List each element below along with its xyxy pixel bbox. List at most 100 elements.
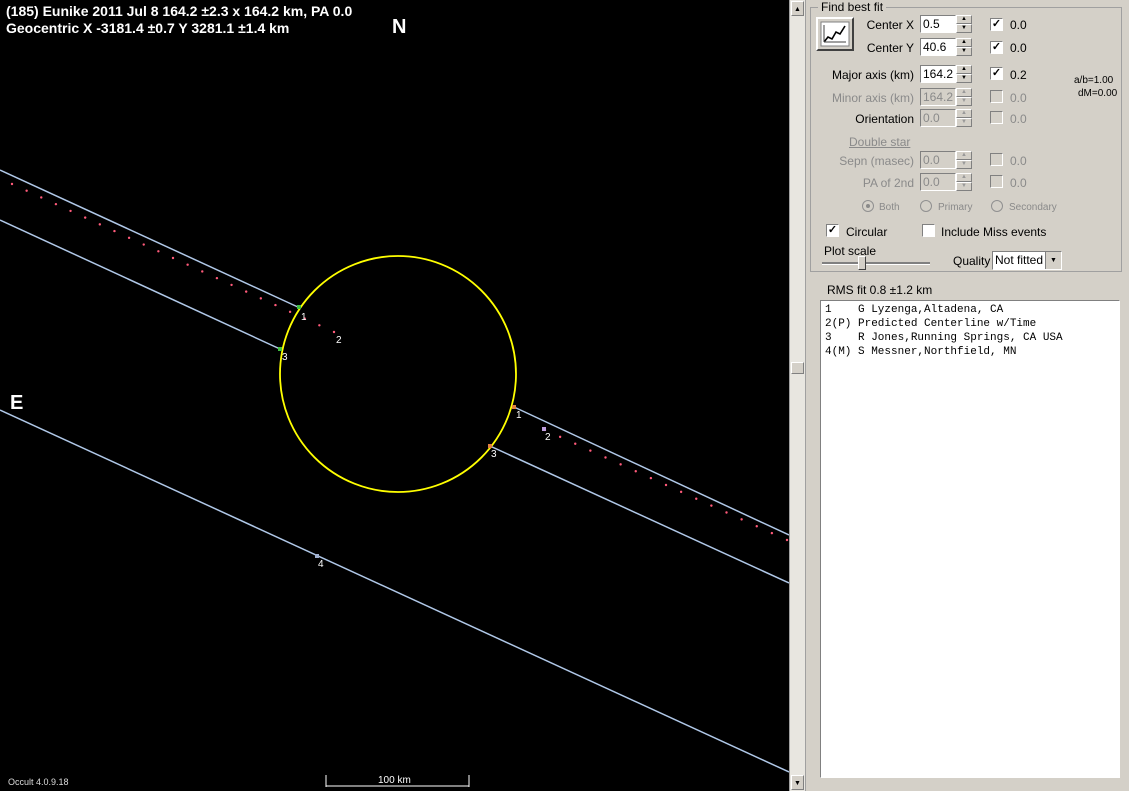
version-label: Occult 4.0.9.18: [8, 777, 69, 787]
predicted-dot: [157, 250, 160, 253]
predicted-dot: [634, 470, 637, 473]
radio-secondary: [991, 200, 1003, 212]
major-axis-input[interactable]: [920, 65, 956, 83]
spin-up-arrow-icon: ▲: [956, 151, 972, 160]
plot-scale-slider[interactable]: [822, 256, 930, 270]
chord-4-miss: [0, 409, 789, 773]
chevron-down-icon[interactable]: ▼: [1045, 252, 1061, 269]
event-marker-3-reappear: [488, 444, 492, 448]
quality-select[interactable]: Not fitted ▼: [992, 251, 1062, 270]
predicted-dot: [25, 189, 28, 192]
minor-axis-uncertainty: 0.0: [1010, 91, 1027, 105]
predicted-dot: [186, 263, 189, 266]
predicted-dot: [40, 196, 43, 199]
quality-label: Quality: [953, 254, 991, 268]
predicted-dot: [10, 182, 14, 186]
center-x-fit-checkbox[interactable]: ✓: [990, 18, 1003, 31]
find-best-fit-title: Find best fit: [818, 0, 887, 14]
minor-axis-label: Minor axis (km): [831, 91, 914, 105]
chord-3-left: [0, 219, 281, 350]
predicted-dot: [259, 297, 263, 300]
event-label-3-top: 3: [282, 352, 288, 363]
center-x-input[interactable]: [920, 15, 956, 33]
pa2-input: [920, 173, 956, 191]
scroll-thumb[interactable]: [791, 362, 804, 374]
include-miss-label: Include Miss events: [941, 225, 1047, 239]
slider-track: [822, 262, 930, 265]
predicted-dot: [558, 435, 562, 439]
center-x-label: Center X: [866, 18, 914, 32]
sepn-fit-checkbox: [990, 153, 1003, 166]
plot-scrollbar[interactable]: ▲ ▼: [789, 0, 806, 791]
north-label: N: [392, 16, 407, 38]
observer-list[interactable]: 1 G Lyzenga,Altadena, CA 2(P) Predicted …: [820, 300, 1120, 778]
predicted-dot: [318, 324, 321, 327]
list-item[interactable]: 4(M) S Messner,Northfield, MN: [825, 345, 1115, 359]
event-label-3-bottom: 3: [491, 449, 497, 460]
center-x-uncertainty: 0.0: [1010, 18, 1027, 32]
center-y-input[interactable]: [920, 38, 956, 56]
major-axis-fit-checkbox[interactable]: ✓: [990, 67, 1003, 80]
radio-primary-label: Primary: [938, 202, 973, 213]
list-item[interactable]: 1 G Lyzenga,Altadena, CA: [825, 303, 1115, 317]
include-miss-checkbox[interactable]: [922, 224, 935, 237]
predicted-dot: [649, 476, 653, 480]
circular-label: Circular: [846, 225, 888, 239]
scroll-down-arrow-icon[interactable]: ▼: [791, 775, 804, 790]
spin-down-arrow-icon[interactable]: ▼: [956, 47, 972, 56]
fit-control-panel: Find best fit Center X ▲▼ ✓ 0.0 Center Y…: [806, 0, 1129, 791]
event-marker-1-reappear: [512, 405, 516, 409]
circular-checkbox[interactable]: ✓: [826, 224, 839, 237]
event-label-2-top: 2: [336, 335, 342, 346]
spin-up-arrow-icon[interactable]: ▲: [956, 15, 972, 24]
spin-down-arrow-icon[interactable]: ▼: [956, 74, 972, 83]
plot-title-line2: Geocentric X -3181.4 ±0.7 Y 3281.1 ±1.4 …: [6, 20, 290, 36]
major-axis-uncertainty: 0.2: [1010, 68, 1027, 82]
spin-down-arrow-icon: ▼: [956, 182, 972, 191]
major-axis-label: Major axis (km): [831, 68, 914, 82]
predicted-dot: [619, 463, 622, 466]
predicted-dot: [201, 270, 204, 273]
slider-thumb[interactable]: [858, 256, 866, 270]
list-item[interactable]: 2(P) Predicted Centerline w/Time: [825, 317, 1115, 331]
plot-title-line1: (185) Eunike 2011 Jul 8 164.2 ±2.3 x 164…: [6, 3, 353, 19]
radio-primary: [920, 200, 932, 212]
east-label: E: [10, 392, 24, 414]
spin-up-arrow-icon[interactable]: ▲: [956, 65, 972, 74]
center-y-fit-checkbox[interactable]: ✓: [990, 41, 1003, 54]
predicted-dot: [710, 504, 713, 507]
occultation-plot: 1 2 3 1 2 3 4 (185) Eunike 2011 Jul 8 16…: [0, 0, 789, 791]
spin-down-arrow-icon: ▼: [956, 160, 972, 169]
predicted-dot: [113, 229, 116, 233]
event-marker-2-predicted: [542, 427, 546, 431]
chord-1-right: [513, 406, 789, 536]
predicted-dot: [142, 243, 145, 246]
orientation-label: Orientation: [855, 112, 914, 126]
quality-value: Not fitted: [995, 253, 1044, 267]
center-y-label: Center Y: [866, 41, 914, 55]
event-marker-1-disappear: [297, 305, 301, 309]
chord-1-left: [0, 169, 301, 309]
predicted-dot: [215, 276, 219, 280]
radio-both-label: Both: [879, 202, 900, 213]
scroll-up-arrow-icon[interactable]: ▲: [791, 1, 804, 16]
event-label-1-bottom: 1: [516, 410, 522, 421]
predicted-dot: [755, 525, 758, 528]
predicted-dot: [664, 483, 668, 487]
spin-up-arrow-icon[interactable]: ▲: [956, 38, 972, 47]
predicted-centerline-dots-left: [10, 182, 336, 334]
pa2-fit-checkbox: [990, 175, 1003, 188]
orientation-uncertainty: 0.0: [1010, 112, 1027, 126]
predicted-dot: [574, 442, 577, 445]
spin-down-arrow-icon[interactable]: ▼: [956, 24, 972, 33]
predicted-dot: [770, 531, 774, 535]
orientation-fit-checkbox: [990, 111, 1003, 124]
event-marker-4-miss: [315, 554, 319, 558]
spin-up-arrow-icon: ▲: [956, 109, 972, 118]
plot-canvas: 1 2 3 1 2 3 4: [0, 169, 789, 787]
predicted-dot: [679, 490, 683, 494]
event-label-1-top: 1: [301, 312, 307, 323]
minor-axis-input: [920, 88, 956, 106]
list-item[interactable]: 3 R Jones,Running Springs, CA USA: [825, 331, 1115, 345]
predicted-dot: [725, 511, 728, 514]
